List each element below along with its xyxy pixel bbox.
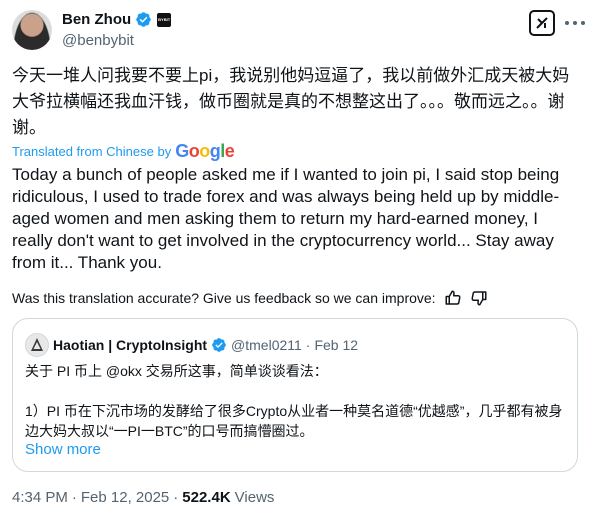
more-options-button[interactable]	[565, 16, 585, 30]
google-logo: Google	[175, 141, 235, 161]
quoted-handle: @tmel0211	[231, 337, 302, 353]
tweet-text-original: 今天一堆人问我要不要上pi，我说别他妈逗逼了，我以前做外汇成天被大妈大爷拉横幅还…	[12, 66, 570, 137]
translated-from-label: Translated from Chinese by	[12, 144, 172, 159]
grok-icon	[536, 17, 548, 29]
views-count: 522.4K	[182, 489, 231, 506]
tweet-date[interactable]: Feb 12, 2025	[81, 489, 169, 506]
verified-badge-icon	[212, 338, 226, 352]
thumbs-up-icon[interactable]	[444, 289, 462, 307]
meta-separator: ·	[173, 489, 179, 506]
avatar[interactable]	[12, 10, 52, 50]
quoted-author-name: Haotian | CryptoInsight	[53, 337, 208, 353]
tweet-card: Ben Zhou BYBIT @benbybit 今天一堆人问我要不要上pi，我…	[0, 0, 597, 513]
meta-separator: ·	[71, 489, 77, 506]
show-more-link[interactable]: Show more	[25, 441, 101, 458]
haotian-logo-icon	[31, 338, 43, 351]
quoted-separator: ·	[305, 337, 311, 353]
quoted-tweet[interactable]: Haotian | CryptoInsight @tmel0211 · Feb …	[12, 318, 578, 472]
quoted-tweet-header: Haotian | CryptoInsight @tmel0211 · Feb …	[25, 333, 358, 357]
feedback-prompt: Was this translation accurate? Give us f…	[12, 290, 436, 306]
author-name-row: Ben Zhou BYBIT	[62, 11, 172, 28]
views-label: Views	[234, 489, 275, 506]
more-icon	[565, 21, 569, 25]
grok-button[interactable]	[529, 10, 555, 36]
tweet-translation: Today a bunch of people asked me if I wa…	[12, 165, 560, 272]
quoted-date: Feb 12	[314, 337, 359, 353]
translation-attribution[interactable]: Translated from Chinese by Google	[12, 141, 235, 162]
author-handle[interactable]: @benbybit	[62, 32, 134, 49]
thumbs-down-icon[interactable]	[470, 289, 488, 307]
tweet-time[interactable]: 4:34 PM	[12, 489, 68, 506]
quoted-tweet-text: 关于 PI 币上 @okx 交易所这事，简单谈谈看法： 1）PI 币在下沉市场的…	[25, 363, 563, 439]
tweet-header: Ben Zhou BYBIT @benbybit	[12, 10, 585, 54]
verified-badge-icon	[136, 12, 151, 27]
affiliate-badge-text: BYBIT	[158, 17, 171, 22]
translation-feedback: Was this translation accurate? Give us f…	[12, 289, 488, 307]
quoted-avatar	[25, 333, 49, 357]
author-name[interactable]: Ben Zhou	[62, 11, 131, 28]
tweet-meta: 4:34 PM · Feb 12, 2025 · 522.4K Views	[12, 489, 274, 506]
affiliate-badge[interactable]: BYBIT	[157, 12, 172, 27]
